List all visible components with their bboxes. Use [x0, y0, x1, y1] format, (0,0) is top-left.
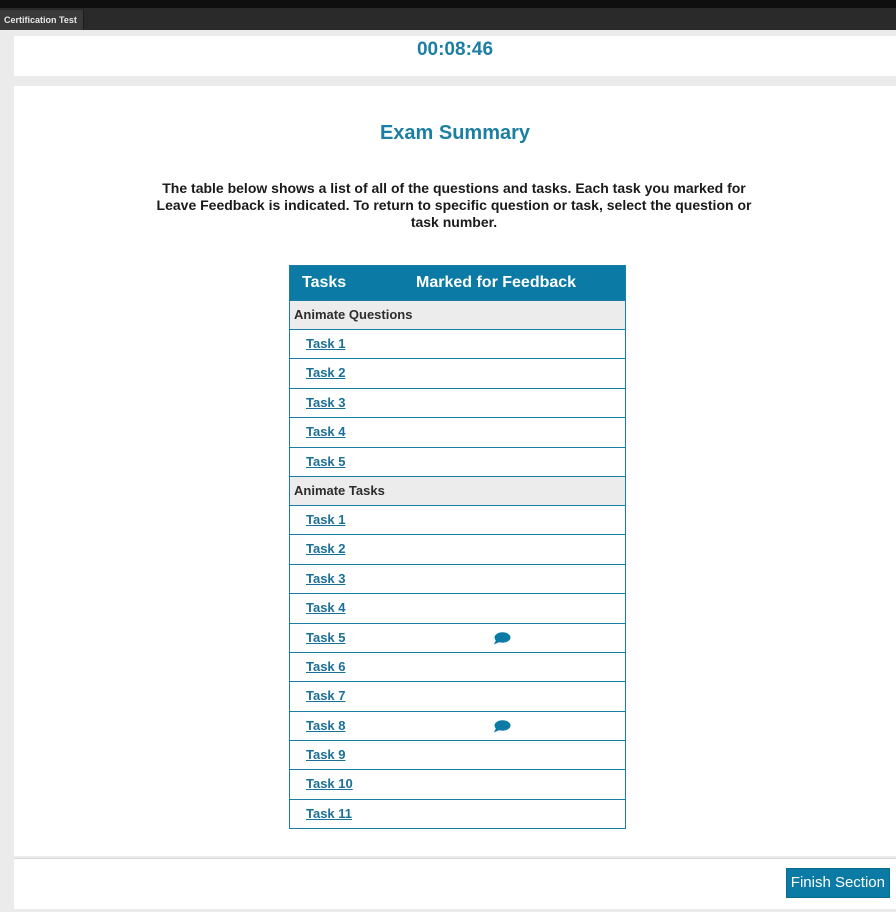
task-link[interactable]: Task 10	[306, 776, 353, 791]
task-link[interactable]: Task 3	[306, 571, 346, 586]
table-row: Task 2	[290, 534, 625, 564]
task-link[interactable]: Task 2	[306, 365, 346, 380]
table-row: Task 3	[290, 387, 625, 418]
table-row: Task 7	[290, 681, 625, 711]
task-link[interactable]: Task 4	[306, 600, 346, 615]
top-strip	[0, 0, 896, 8]
column-header-tasks: Tasks	[302, 274, 347, 291]
table-row: Task 1	[290, 329, 625, 359]
bottom-bar: Finish Section	[14, 858, 896, 909]
table-row: Task 5	[290, 622, 625, 652]
task-link[interactable]: Task 1	[306, 336, 346, 351]
task-link[interactable]: Task 8	[306, 718, 346, 733]
window-tab[interactable]: Certification Test	[0, 10, 84, 30]
task-link[interactable]: Task 11	[306, 806, 352, 821]
task-link[interactable]: Task 2	[306, 541, 346, 556]
table-row: Task 8	[290, 710, 625, 741]
table-row: Task 6	[290, 651, 625, 682]
finish-section-button[interactable]: Finish Section	[785, 868, 890, 898]
table-row: Task 3	[290, 563, 625, 594]
exam-window: Certification Test ⋮ 00:08:46 Exam Summa…	[0, 0, 896, 912]
page-title: Exam Summary	[379, 122, 531, 144]
task-link[interactable]: Task 9	[306, 747, 346, 762]
table-header: Tasks Marked for Feedback	[290, 266, 625, 300]
task-link[interactable]: Task 5	[306, 454, 346, 469]
task-link[interactable]: Task 1	[306, 512, 346, 527]
table-row: Task 1	[290, 504, 625, 535]
table-row: Task 2	[290, 358, 625, 388]
titlebar: Certification Test ⋮	[0, 8, 896, 32]
speech-bubble-icon	[494, 719, 511, 733]
table-row: Task 4	[290, 417, 625, 447]
table-group-header: Animate Questions	[290, 300, 625, 329]
column-header-feedback: Marked for Feedback	[416, 274, 577, 291]
task-link[interactable]: Task 6	[306, 659, 346, 674]
titlebar-edge-icon: ⋮	[892, 22, 896, 32]
instructions-text: The table below shows a list of all of t…	[156, 180, 752, 230]
task-link[interactable]: Task 4	[306, 424, 346, 439]
tasks-table: Tasks Marked for Feedback Animate Questi…	[289, 265, 626, 830]
task-link[interactable]: Task 5	[306, 630, 346, 645]
task-link[interactable]: Task 3	[306, 395, 346, 410]
countdown-timer: 00:08:46	[416, 39, 494, 60]
table-row: Task 9	[290, 740, 625, 770]
table-row: Task 11	[290, 798, 625, 829]
speech-bubble-icon	[494, 631, 511, 645]
table-row: Task 4	[290, 593, 625, 623]
table-row: Task 5	[290, 446, 625, 476]
summary-panel: Exam Summary The table below shows a lis…	[14, 86, 896, 856]
table-group-header: Animate Tasks	[290, 475, 625, 505]
table-row: Task 10	[290, 769, 625, 799]
table-body: Animate Questions Task 1 Task 2 Task 3 Task …	[290, 300, 625, 829]
task-link[interactable]: Task 7	[306, 688, 346, 703]
timer-bar: 00:08:46	[14, 36, 896, 76]
